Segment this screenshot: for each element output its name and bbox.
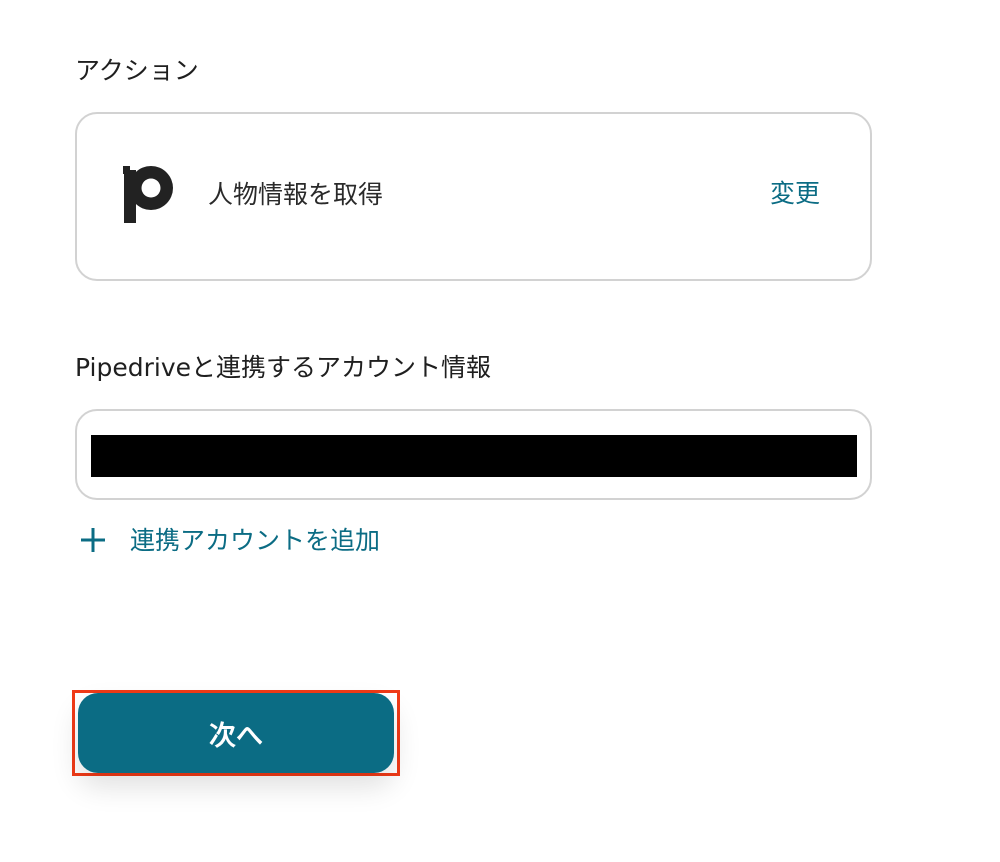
action-section-label: アクション [75, 56, 199, 85]
next-button[interactable]: 次へ [78, 693, 394, 773]
plus-icon [81, 528, 105, 552]
add-linked-account-label: 連携アカウントを追加 [130, 525, 381, 555]
add-linked-account-button[interactable]: 連携アカウントを追加 [80, 522, 380, 558]
change-action-link[interactable]: 変更 [770, 181, 820, 206]
redacted-account-value [91, 435, 857, 477]
account-section-label: Pipedriveと連携するアカウント情報 [75, 353, 491, 382]
pipedrive-logo-icon [123, 166, 173, 223]
action-name: 人物情報を取得 [208, 180, 384, 209]
account-select-field[interactable] [75, 409, 872, 500]
action-card: 人物情報を取得 変更 [75, 112, 872, 281]
